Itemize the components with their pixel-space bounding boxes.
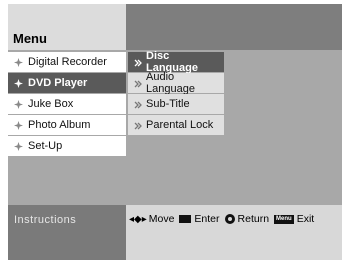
submenu-item-label: Audio Language — [146, 71, 195, 95]
menu-title: Menu — [13, 31, 47, 46]
diamond-bullet-icon — [14, 78, 23, 88]
menu-item-juke-box[interactable]: Juke Box — [8, 94, 126, 114]
diamond-bullet-icon — [14, 141, 23, 151]
menu-item-label: DVD Player — [28, 77, 88, 89]
diamond-bullet-icon — [14, 120, 23, 130]
arrow-bullet-icon — [134, 79, 142, 88]
diamond-bullet-icon — [14, 99, 23, 109]
instructions-panel: Instructions — [8, 205, 126, 260]
submenu-item-audio-language[interactable]: Audio Language — [128, 71, 224, 95]
menu-item-label: Set-Up — [28, 140, 63, 152]
menu-header: Menu — [8, 4, 126, 50]
submenu-item-label: Parental Lock — [146, 119, 214, 131]
enter-hint: Enter — [179, 213, 220, 225]
return-icon — [224, 214, 235, 224]
menu-screen: Menu Digital Recorder DVD Player Juke Bo… — [0, 0, 342, 260]
menu-item-label: Photo Album — [28, 119, 91, 131]
arrow-bullet-icon — [134, 100, 142, 109]
arrow-bullet-icon — [134, 58, 142, 67]
submenu-item-disc-language[interactable]: Disc Language — [128, 50, 224, 74]
submenu-item-sub-title[interactable]: Sub-Title — [128, 94, 224, 114]
menu-item-photo-album[interactable]: Photo Album — [8, 115, 126, 135]
enter-label: Enter — [194, 213, 220, 225]
return-hint: Return — [224, 213, 270, 225]
arrow-bullet-icon — [134, 121, 142, 130]
move-arrows-icon: ◂◆▸ — [129, 213, 147, 225]
move-label: Move — [148, 213, 175, 225]
return-label: Return — [237, 213, 270, 225]
instructions-label: Instructions — [14, 214, 77, 226]
enter-icon — [179, 215, 192, 223]
exit-label: Exit — [296, 213, 315, 225]
menu-item-label: Digital Recorder — [28, 56, 107, 68]
main-menu: Digital Recorder DVD Player Juke Box Pho… — [8, 50, 126, 205]
instructions-bar: ◂◆▸ Move Enter Return Menu Exit — [126, 205, 342, 260]
exit-hint: Menu Exit — [274, 213, 314, 225]
menu-item-label: Juke Box — [28, 98, 74, 110]
menu-item-dvd-player[interactable]: DVD Player — [8, 73, 126, 93]
instructions-row: ◂◆▸ Move Enter Return Menu Exit — [129, 213, 314, 225]
menu-item-set-up[interactable]: Set-Up — [8, 136, 126, 156]
menu-key-icon: Menu — [274, 214, 294, 224]
submenu-item-label: Sub-Title — [146, 98, 190, 110]
submenu-item-parental-lock[interactable]: Parental Lock — [128, 115, 224, 135]
header-bar — [126, 4, 342, 50]
diamond-bullet-icon — [14, 57, 23, 67]
sub-menu: Disc Language Audio Language Sub-Title P… — [126, 50, 342, 205]
menu-item-digital-recorder[interactable]: Digital Recorder — [8, 52, 126, 72]
move-hint: ◂◆▸ Move — [129, 213, 174, 225]
